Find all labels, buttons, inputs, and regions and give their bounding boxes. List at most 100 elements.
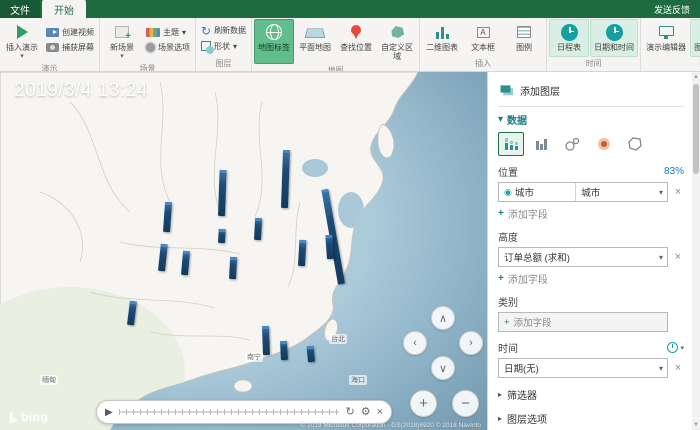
height-label: 高度 [498,233,518,244]
2d-chart-button[interactable]: 二维图表 [422,19,462,57]
location-geo-type[interactable]: 城市 [576,183,659,201]
shapes-button[interactable]: 形状 ▾ [198,40,249,54]
find-location-button[interactable]: 查找位置 [336,19,376,64]
clock-icon [560,23,578,41]
stacked-column-icon [505,138,518,150]
bing-logo: bing [10,410,48,424]
filters-section[interactable]: ▸ 筛选器 [498,387,684,402]
add-location-field-button[interactable]: + 添加字段 [498,206,684,221]
date-time-button[interactable]: 日期和时间 [590,19,639,57]
legend-icon [517,26,532,38]
new-scene-icon [115,26,131,42]
refresh-data-label: 刷新数据 [214,26,247,35]
chart-type-region[interactable] [622,132,648,156]
data-section-header[interactable]: ▾ 数据 [498,112,684,127]
themes-button[interactable]: 主题 ▾ [143,26,193,39]
add-layer-button[interactable]: 添加图层 [498,80,684,101]
scroll-down-arrow[interactable]: ▼ [692,420,700,430]
plus-icon: + [504,316,510,328]
remove-location-field-button[interactable]: × [672,186,684,198]
clustered-column-icon [536,139,547,150]
layer-pane-label: 图层窗格 [694,43,700,53]
loop-button[interactable]: ↻ [345,406,354,418]
titlebar-spacer [86,0,644,18]
shapes-label: 形状 [214,41,230,51]
category-field-row: + 添加字段 [498,312,684,332]
scrollbar-thumb[interactable] [693,84,699,174]
remove-height-field-button[interactable]: × [672,251,684,263]
chevron-left-icon: ‹ [413,337,417,349]
text-box-label: 文本框 [471,43,496,52]
group-label-scene: 场景 [139,63,156,72]
flat-map-button[interactable]: 平面地图 [295,19,335,64]
refresh-icon: ↻ [201,23,212,38]
map-labels-button[interactable]: 地图标签 [254,19,295,64]
tour-editor-button[interactable]: 演示编辑器 [643,19,689,57]
capture-screen-button[interactable]: 捕获屏幕 [43,41,97,54]
chart-type-stacked-column[interactable] [498,132,524,156]
height-field-row: 订单总额 (求和) ▾ × [498,247,684,267]
map-viewport[interactable]: 台北 海口 南宁 缅甸 2019/3/4 13:24 ▶ ↻ ⚙ × ∧ ‹ › ∨ … [0,72,487,430]
layer-options-label: 图层选项 [507,415,548,426]
chart-type-bubble[interactable] [560,132,586,156]
group-label-layer: 图层 [215,59,232,68]
add-field-label: 添加字段 [507,210,548,221]
chart-type-selector [498,132,684,156]
timeline-slider[interactable] [118,408,340,416]
flat-map-icon [304,27,326,38]
camera-icon [46,43,59,53]
ribbon-group-scene: 新场景 ▾ 主题 ▾ 场景选项 场景 [100,18,196,71]
timeline-button[interactable]: 日程表 [549,19,590,57]
zoom-in-button[interactable]: + [410,390,437,417]
time-field-name: 日期(无) [504,364,539,375]
tilt-up-button[interactable]: ∧ [431,306,455,330]
add-field-label: 添加字段 [507,275,548,286]
category-add-field[interactable]: + 添加字段 [498,312,668,332]
text-box-button[interactable]: A 文本框 [463,19,503,57]
scroll-up-arrow[interactable]: ▲ [692,72,700,82]
legend-button[interactable]: 图例 [504,19,544,57]
play-button[interactable]: ▶ [105,407,113,418]
close-playback-button[interactable]: × [377,406,383,418]
geocode-percent-link[interactable]: 83% [664,166,684,177]
date-time-label: 日期和时间 [594,43,635,52]
data-section-label: 数据 [507,116,528,127]
file-menu[interactable]: 文件 [0,0,40,18]
2d-chart-label: 二维图表 [426,43,459,52]
refresh-data-button[interactable]: ↻ 刷新数据 [198,24,249,38]
layer-options-section[interactable]: ▸ 图层选项 [498,411,684,426]
zoom-out-button[interactable]: − [452,390,479,417]
scene-options-button[interactable]: 场景选项 [143,41,193,54]
map-city-label: 台北 [329,334,347,344]
time-clock-icon[interactable] [667,342,679,353]
height-field[interactable]: 订单总额 (求和) ▾ [498,247,668,267]
custom-regions-button[interactable]: 自定义区域 [377,19,417,64]
map-city-label: 南宁 [245,352,263,362]
panel-scrollbar[interactable]: ▲ ▼ [692,72,700,430]
new-scene-button[interactable]: 新场景 ▾ [102,19,142,62]
layer-pane: 添加图层 ▾ 数据 位置 83% ◉ 城市 城市 ▾ × + 添加字段 高度 订… [487,72,692,430]
send-feedback-button[interactable]: 发送反馈 [644,0,700,18]
insert-tour-button[interactable]: 插入演示 ▾ [2,19,42,62]
clock-icon [605,23,623,41]
group-label-view: 视图 [643,57,700,71]
create-video-button[interactable]: 创建视频 [43,26,97,39]
rotate-left-button[interactable]: ‹ [403,331,427,355]
remove-time-field-button[interactable]: × [672,362,684,374]
heatmap-icon [598,138,610,150]
chevron-down-icon: ▾ [20,52,24,60]
map-city-label: 缅甸 [40,375,58,385]
rotate-right-button[interactable]: › [459,331,483,355]
text-box-icon: A [476,26,490,38]
add-height-field-button[interactable]: + 添加字段 [498,271,684,286]
settings-button[interactable]: ⚙ [361,406,371,418]
tab-home[interactable]: 开始 [42,0,86,18]
location-field[interactable]: ◉ 城市 城市 ▾ [498,182,668,202]
time-field[interactable]: 日期(无) ▾ [498,358,668,378]
bubble-icon [565,137,580,151]
chart-type-heatmap[interactable] [591,132,617,156]
chart-type-clustered-column[interactable] [529,132,555,156]
palette-icon [146,28,160,38]
tilt-down-button[interactable]: ∨ [431,356,455,380]
layer-pane-button[interactable]: 图层窗格 [690,19,700,57]
